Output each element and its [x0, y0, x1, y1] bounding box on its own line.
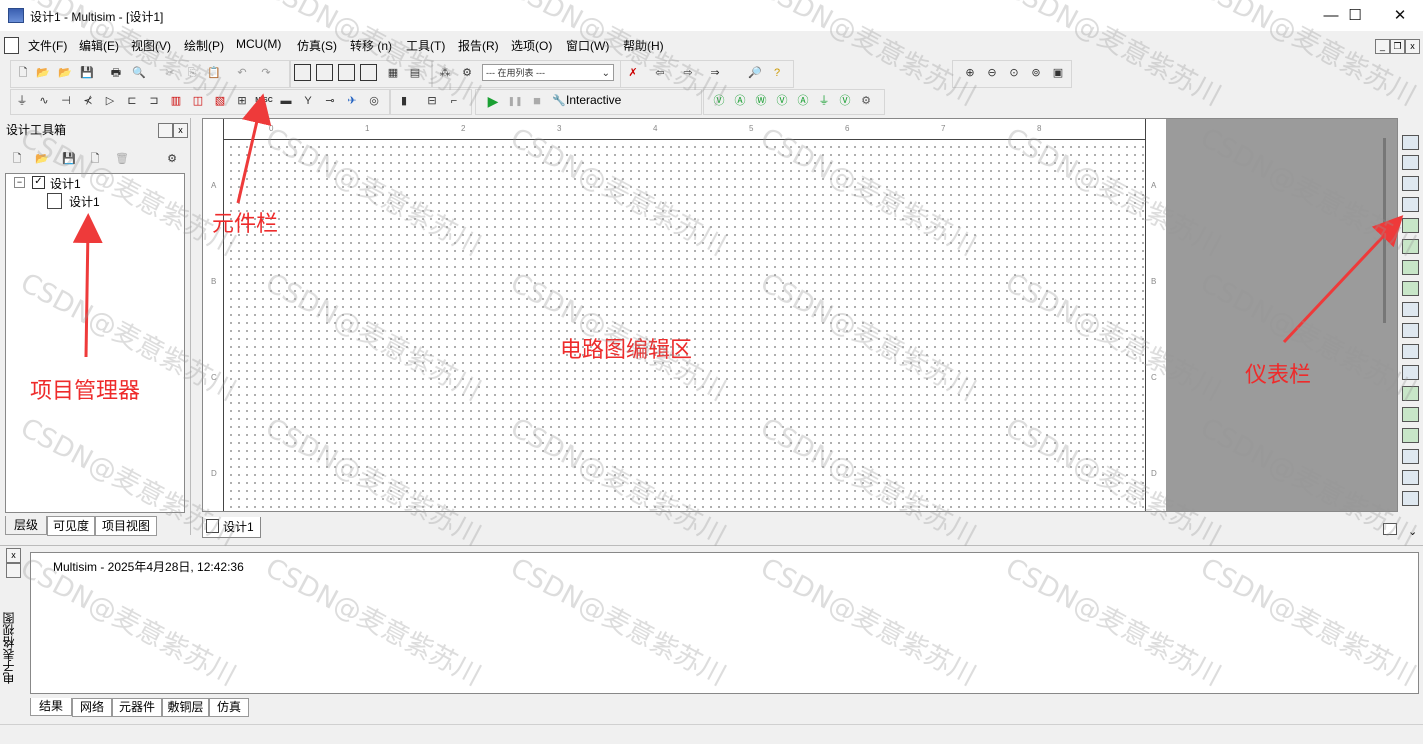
- editor-area-annotation: 电路图编辑区: [560, 338, 693, 363]
- instrument-bar-arrow: [1282, 215, 1404, 344]
- component-bar-annotation: 元件栏: [212, 212, 279, 237]
- project-manager-annotation: 项目管理器: [30, 379, 141, 404]
- annotation-arrows: [72, 93, 1404, 358]
- instrument-bar-annotation: 仪表栏: [1245, 363, 1312, 388]
- component-bar-arrow: [236, 93, 272, 204]
- project-manager-arrow: [72, 213, 103, 358]
